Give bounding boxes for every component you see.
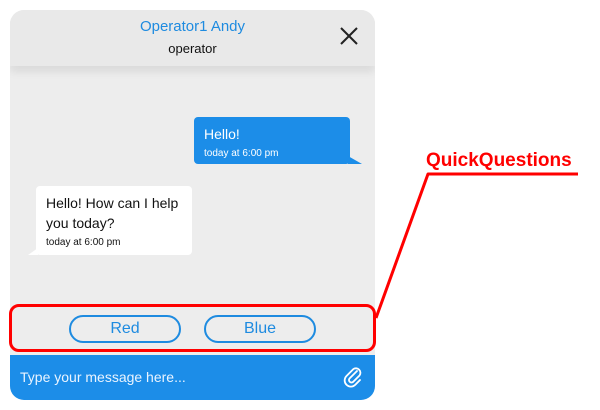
operator-role: operator — [168, 41, 217, 56]
outgoing-message: Hello! today at 6:00 pm — [194, 117, 362, 164]
close-button[interactable] — [337, 24, 361, 48]
annotation-label: QuickQuestions — [426, 150, 572, 171]
message-text: Hello! — [204, 126, 240, 142]
incoming-message: Hello! How can I help you today? today a… — [28, 186, 192, 255]
message-text: Hello! How can I help you today? — [46, 195, 179, 231]
operator-name: Operator1 Andy — [139, 18, 246, 35]
message-time: today at 6:00 pm — [46, 237, 121, 248]
page: Operator1 Andy operator Hello! today at … — [0, 0, 600, 410]
message-time: today at 6:00 pm — [204, 148, 279, 159]
message-input[interactable] — [20, 365, 330, 389]
composer-bar — [10, 355, 375, 400]
chat-header: Operator1 Andy operator — [10, 10, 375, 66]
paperclip-icon — [343, 367, 362, 388]
message-list: Hello! today at 6:00 pm Hello! How can I… — [10, 66, 375, 310]
quick-questions-highlight — [9, 304, 376, 352]
close-icon — [340, 27, 358, 45]
attach-button[interactable] — [341, 365, 365, 389]
